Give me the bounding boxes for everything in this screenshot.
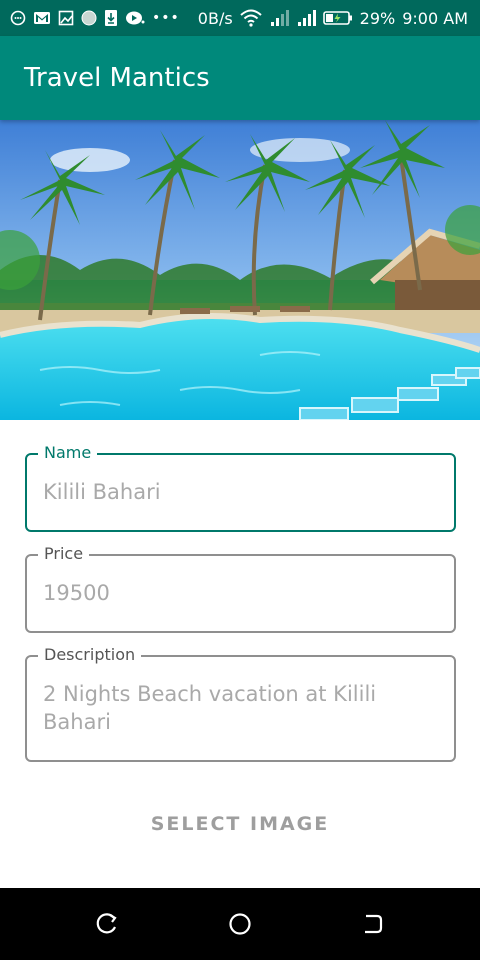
circle-dots-icon [10,10,26,26]
name-label: Name [38,443,98,462]
name-field[interactable]: Name Kilili Bahari [25,443,456,532]
clock: 9:00 AM [402,8,468,28]
wifi-icon [240,9,262,27]
network-speed: 0B/s [197,8,233,28]
deal-image [0,120,480,420]
description-input[interactable]: 2 Nights Beach vacation at Kilili Bahari [43,680,442,736]
price-field[interactable]: Price 19500 [25,544,456,633]
signal-icon-2 [296,9,316,27]
navigation-bar [0,888,480,960]
back-icon[interactable] [94,911,120,937]
signal-icon [269,9,289,27]
price-label: Price [38,544,90,563]
globe-icon [81,10,97,26]
app-title: Travel Mantics [24,63,210,93]
more-dots-icon: ••• [152,10,180,26]
download-icon [104,9,118,27]
battery-icon [322,10,353,26]
gmail-icon [33,10,51,26]
price-input[interactable]: 19500 [43,579,442,607]
status-bar: ••• 0B/s 29% 9:00 AM [0,0,480,36]
battery-percent: 29% [359,8,396,28]
recents-icon[interactable] [360,911,386,937]
description-field[interactable]: Description 2 Nights Beach vacation at K… [25,645,456,762]
app-bar: Travel Mantics [0,36,480,120]
name-input[interactable]: Kilili Bahari [43,478,442,506]
home-icon[interactable] [227,911,253,937]
play-icon [125,10,145,26]
image-icon [58,10,74,26]
status-right-icons: 0B/s 29% 9:00 AM [198,9,468,28]
status-left-icons: ••• [10,9,180,27]
description-label: Description [38,645,142,664]
select-image-button[interactable]: SELECT IMAGE [0,808,480,840]
